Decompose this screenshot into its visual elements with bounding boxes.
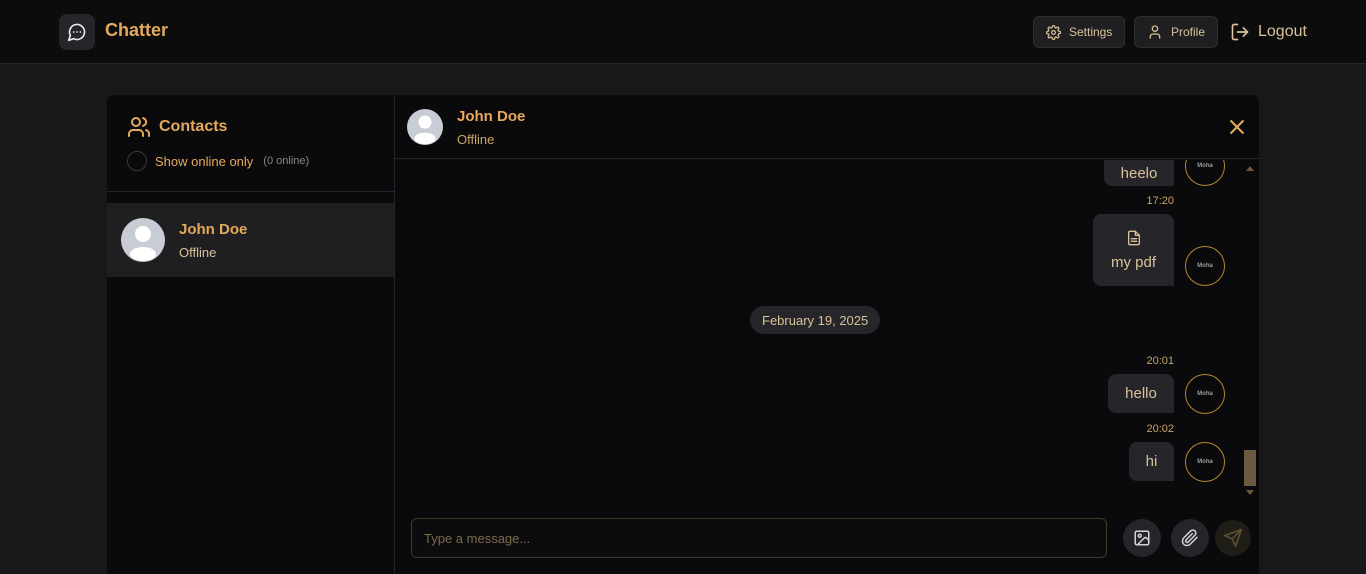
logout-button[interactable]: Logout bbox=[1230, 20, 1307, 44]
date-separator: February 19, 2025 bbox=[750, 306, 881, 334]
app-name[interactable]: Chatter bbox=[105, 20, 168, 41]
paperclip-icon bbox=[1181, 529, 1198, 547]
attach-file-button[interactable] bbox=[1171, 519, 1209, 557]
message-input[interactable] bbox=[411, 518, 1107, 558]
message-time: 20:01 bbox=[1146, 355, 1174, 367]
divider bbox=[107, 191, 395, 192]
avatar: Moha bbox=[1185, 374, 1225, 414]
contacts-sidebar: Contacts Show online only (0 online) Joh… bbox=[107, 95, 395, 574]
contacts-title: Contacts bbox=[159, 118, 228, 135]
logout-label: Logout bbox=[1258, 23, 1307, 40]
contact-status: Offline bbox=[179, 245, 217, 260]
send-button[interactable] bbox=[1215, 520, 1251, 556]
contacts-header: Contacts bbox=[127, 115, 227, 139]
online-toggle-checkbox[interactable] bbox=[127, 151, 147, 171]
gear-icon bbox=[1046, 24, 1061, 40]
message-text: my pdf bbox=[1110, 253, 1156, 271]
online-toggle-label[interactable]: Show online only bbox=[155, 154, 253, 169]
chat-container: Contacts Show online only (0 online) Joh… bbox=[107, 95, 1259, 574]
message-bubble: hi bbox=[1129, 442, 1174, 481]
chat-panel: John Doe Offline heelo Moha 17:20 my pdf bbox=[395, 95, 1259, 574]
chat-contact-status: Offline bbox=[457, 132, 495, 147]
message-text: hi bbox=[1145, 453, 1158, 470]
message-time: 17:20 bbox=[1146, 195, 1174, 207]
send-icon bbox=[1223, 528, 1243, 548]
image-upload-button[interactable] bbox=[1123, 519, 1161, 557]
logout-icon bbox=[1231, 23, 1249, 41]
message-text: hello bbox=[1125, 385, 1157, 402]
settings-button[interactable]: Settings bbox=[1033, 16, 1126, 48]
chat-header: John Doe Offline bbox=[395, 95, 1259, 159]
message-text: heelo bbox=[1120, 164, 1158, 182]
image-icon bbox=[1134, 530, 1150, 546]
message-time: 20:02 bbox=[1146, 423, 1174, 435]
chat-contact-name: John Doe bbox=[457, 108, 526, 125]
avatar bbox=[407, 109, 443, 145]
contact-item[interactable]: John Doe Offline bbox=[107, 203, 394, 277]
message-bubble: hello bbox=[1108, 374, 1174, 413]
scrollbar-thumb[interactable] bbox=[1244, 450, 1256, 486]
chat-bubble-icon[interactable] bbox=[59, 14, 95, 50]
profile-label: Profile bbox=[1171, 25, 1206, 39]
file-message-bubble[interactable]: my pdf bbox=[1093, 214, 1174, 286]
avatar bbox=[121, 218, 165, 262]
scroll-down-icon[interactable] bbox=[1246, 490, 1254, 495]
avatar: Moha bbox=[1185, 160, 1225, 186]
scrollbar[interactable] bbox=[1243, 160, 1257, 496]
online-count: (0 online) bbox=[263, 155, 310, 167]
show-online-toggle[interactable]: Show online only (0 online) bbox=[127, 151, 309, 171]
user-icon bbox=[1149, 25, 1161, 39]
avatar: Moha bbox=[1185, 246, 1225, 286]
message-composer bbox=[395, 496, 1259, 574]
users-icon bbox=[128, 117, 151, 137]
scroll-up-icon[interactable] bbox=[1246, 166, 1254, 171]
contact-name: John Doe bbox=[179, 221, 248, 238]
avatar: Moha bbox=[1185, 442, 1225, 482]
message-bubble: heelo bbox=[1104, 160, 1174, 186]
profile-button[interactable]: Profile bbox=[1134, 16, 1219, 48]
top-navbar: Chatter Settings Profile Logout bbox=[0, 0, 1366, 64]
settings-label: Settings bbox=[1069, 25, 1113, 39]
file-icon bbox=[1127, 230, 1140, 245]
message-list: heelo Moha 17:20 my pdf Moha February 19… bbox=[395, 160, 1259, 496]
close-icon[interactable] bbox=[1227, 117, 1247, 137]
